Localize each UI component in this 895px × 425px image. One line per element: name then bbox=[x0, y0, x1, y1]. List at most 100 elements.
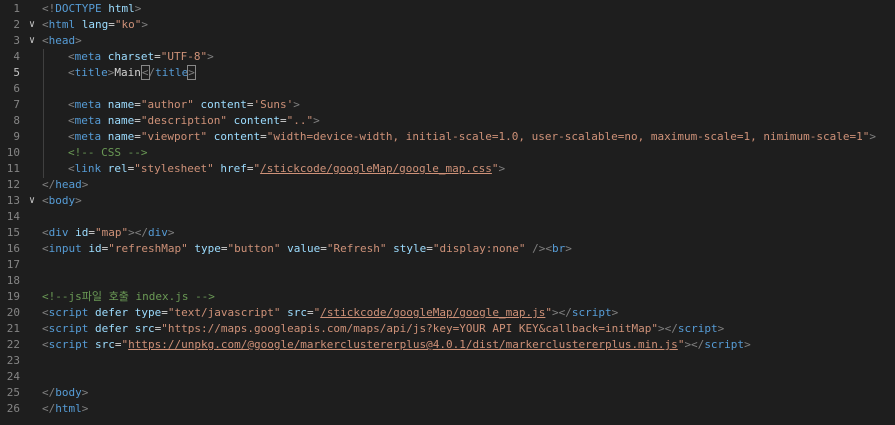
code-token: src bbox=[287, 306, 307, 319]
code-line[interactable]: 6 bbox=[0, 81, 895, 97]
line-number: 23 bbox=[6, 354, 20, 367]
line-number: 26 bbox=[6, 402, 20, 415]
code-token: defer bbox=[95, 322, 129, 335]
code-line[interactable]: 16 <input id = "refreshMap" type = "button" v… bbox=[0, 241, 895, 257]
line-number: 3 bbox=[13, 34, 20, 47]
code-token: /stickcode/googleMap/google_map.css bbox=[260, 162, 492, 175]
code-line[interactable]: 13 ∨ <body> bbox=[0, 193, 895, 209]
code-token: "refreshMap" bbox=[108, 242, 188, 255]
chevron-down-icon[interactable]: ∨ bbox=[26, 193, 38, 209]
code-token: < bbox=[68, 114, 75, 127]
code-token: charset bbox=[107, 50, 155, 63]
code-token: = bbox=[134, 98, 141, 111]
code-token: 'Suns' bbox=[253, 98, 294, 111]
code-token: < bbox=[42, 338, 49, 351]
code-line[interactable]: 20 <script defer type="text/javascript" s… bbox=[0, 305, 895, 321]
line-number: 21 bbox=[6, 322, 20, 335]
code-token: src bbox=[134, 322, 155, 335]
code-token: > bbox=[81, 386, 89, 399]
code-token: Main bbox=[114, 66, 141, 79]
line-number: 8 bbox=[13, 114, 20, 127]
code-token: div bbox=[148, 226, 168, 239]
code-token: meta bbox=[74, 98, 102, 111]
chevron-down-icon[interactable]: ∨ bbox=[26, 33, 38, 49]
code-token: > bbox=[207, 50, 214, 63]
code-token: "ko" bbox=[114, 18, 142, 31]
code-line[interactable]: 1 <!DOCTYPE html> bbox=[0, 1, 895, 17]
code-line[interactable]: 21 <script defer src="https://maps.google… bbox=[0, 321, 895, 337]
code-token: link bbox=[74, 162, 102, 175]
line-content: <script defer src="https://maps.googleap… bbox=[42, 321, 724, 337]
code-line[interactable]: 7 <meta name="author" content='Suns'> bbox=[0, 97, 895, 113]
line-content: <script defer type="text/javascript" src… bbox=[42, 305, 618, 321]
code-token: lang bbox=[81, 18, 109, 31]
code-token: div bbox=[48, 226, 69, 239]
line-content: </head> bbox=[42, 177, 88, 193]
code-line[interactable]: 23 bbox=[0, 353, 895, 369]
code-line[interactable]: 3 ∨ <head> bbox=[0, 33, 895, 49]
line-number: 13 bbox=[6, 194, 20, 207]
line-number: 11 bbox=[6, 162, 20, 175]
code-line[interactable]: 5 <title>Main</title> bbox=[0, 65, 895, 81]
code-line[interactable]: 4 <meta charset="UTF-8"> bbox=[0, 49, 895, 65]
code-token: "display:none" bbox=[432, 242, 526, 255]
code-token: "UTF-8" bbox=[160, 50, 208, 63]
code-token: type bbox=[194, 242, 221, 255]
code-line[interactable]: 25 </body> bbox=[0, 385, 895, 401]
code-line[interactable]: 15 <div id="map"></div> bbox=[0, 225, 895, 241]
code-token: body bbox=[48, 194, 76, 207]
code-line[interactable]: 11 <link rel="stylesheet" href="/stickcod… bbox=[0, 161, 895, 177]
line-number: 5 bbox=[13, 66, 20, 79]
code-line[interactable]: 14 bbox=[0, 209, 895, 225]
line-content: <!--js파일 호출 index.js --> bbox=[42, 289, 215, 305]
line-content: </html> bbox=[42, 401, 88, 417]
line-number: 14 bbox=[6, 210, 20, 223]
code-line[interactable]: 12 </head> bbox=[0, 177, 895, 193]
code-line[interactable]: 24 bbox=[0, 369, 895, 385]
code-token: type bbox=[134, 306, 162, 319]
code-token: > bbox=[611, 306, 619, 319]
code-token: = bbox=[134, 130, 141, 143]
code-token: body bbox=[55, 386, 82, 399]
line-number: 16 bbox=[6, 242, 20, 255]
code-token: content bbox=[213, 130, 261, 143]
code-line[interactable]: 10 <!-- CSS --> bbox=[0, 145, 895, 161]
code-line[interactable]: 9 <meta name="viewport" content="width=de… bbox=[0, 129, 895, 145]
code-token: "button" bbox=[227, 242, 281, 255]
code-token: > bbox=[293, 98, 300, 111]
code-line[interactable]: 8 <meta name="description" content=".."> bbox=[0, 113, 895, 129]
code-line[interactable]: 17 bbox=[0, 257, 895, 273]
code-token: < bbox=[42, 18, 49, 31]
code-token: rel bbox=[107, 162, 128, 175]
code-line[interactable]: 19 <!--js파일 호출 index.js --> bbox=[0, 289, 895, 305]
line-number: 10 bbox=[6, 146, 20, 159]
line-content: <!DOCTYPE html> bbox=[42, 1, 141, 17]
code-editor[interactable]: 1 <!DOCTYPE html> 2 ∨ <html lang="ko"> 3 ∨ <hea… bbox=[0, 0, 895, 425]
code-token: < bbox=[68, 50, 75, 63]
line-number: 19 bbox=[6, 290, 20, 303]
code-token: /stickcode/googleMap/google_map.js bbox=[320, 306, 546, 319]
code-token: = bbox=[134, 114, 141, 127]
code-line[interactable]: 18 bbox=[0, 273, 895, 289]
line-number: 1 bbox=[13, 2, 20, 15]
code-line[interactable]: 26 </html> bbox=[0, 401, 895, 417]
code-token: "stylesheet" bbox=[134, 162, 214, 175]
code-token: html bbox=[108, 2, 135, 15]
code-line[interactable]: 2 ∨ <html lang="ko"> bbox=[0, 17, 895, 33]
code-token: < bbox=[42, 194, 49, 207]
code-token: "viewport" bbox=[140, 130, 208, 143]
chevron-down-icon[interactable]: ∨ bbox=[26, 17, 38, 33]
line-number: 22 bbox=[6, 338, 20, 351]
code-token: < bbox=[68, 66, 75, 79]
code-token: meta bbox=[74, 50, 102, 63]
code-token: < bbox=[140, 65, 150, 80]
code-line[interactable]: 22 <script src="https://unpkg.com/@google… bbox=[0, 337, 895, 353]
